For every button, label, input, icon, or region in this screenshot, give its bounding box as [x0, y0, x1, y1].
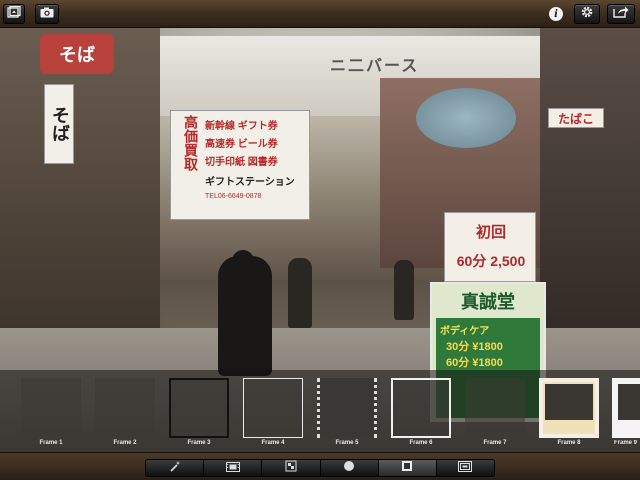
- frame-2-thumbnail: [95, 378, 155, 438]
- phone-text: TEL06-6649-0878: [205, 193, 262, 200]
- round-billboard: [416, 88, 516, 148]
- magic-wand-icon: [169, 460, 181, 476]
- pedestrian-silhouette: [218, 256, 272, 376]
- vignette-icon: [343, 460, 355, 476]
- info-button[interactable]: i: [549, 7, 563, 21]
- frame-8-label: Frame 8: [557, 440, 581, 446]
- camera-icon: [40, 5, 54, 23]
- frame-4-thumbnail: [243, 378, 303, 438]
- frame-1-thumbnail: [21, 378, 81, 438]
- first-time-price-sign: 初回 60分 2,500: [444, 212, 536, 282]
- soba-vertical-sign: そば: [44, 84, 74, 164]
- frame-7-option[interactable]: Frame 7: [463, 376, 527, 450]
- frame-6-label: Frame 6: [409, 440, 433, 446]
- tabako-sign-text: たばこ: [557, 111, 594, 126]
- camera-button[interactable]: [35, 4, 59, 24]
- share-button[interactable]: [607, 4, 635, 24]
- soba-vertical-sign-text: そば: [49, 106, 70, 142]
- frame-9-label: Frame 9: [614, 440, 638, 446]
- gear-icon: [580, 5, 594, 24]
- frame-3-thumbnail: [169, 378, 229, 438]
- frame-1-option[interactable]: Frame 1: [19, 376, 83, 450]
- photo-library-button[interactable]: [3, 4, 25, 24]
- soba-red-sign-text: そば: [59, 45, 95, 66]
- adjust-tool-button[interactable]: [262, 460, 321, 476]
- frame-7-thumbnail: [465, 378, 525, 438]
- first-time-text: 初回: [475, 224, 506, 241]
- pedestrian-2: [288, 258, 312, 328]
- frame-5-label: Frame 5: [335, 440, 359, 446]
- frame-4-option[interactable]: Frame 4: [241, 376, 305, 450]
- frame-2-label: Frame 2: [113, 440, 137, 446]
- frame-tool-button[interactable]: [378, 460, 437, 476]
- tool-segmented-control: [145, 459, 495, 477]
- body-care-text: ボディケア: [440, 326, 490, 337]
- gift-station-text: ギフトステーション: [205, 177, 295, 188]
- frame-6-thumbnail: [391, 378, 451, 438]
- frame-9-thumbnail: [612, 378, 640, 438]
- photo-library-icon: [7, 5, 21, 23]
- pedestrian-head: [232, 250, 254, 272]
- tabako-sign: たばこ: [548, 108, 604, 128]
- top-toolbar: i: [0, 0, 640, 28]
- adjust-icon: [285, 460, 297, 476]
- texture-icon: [458, 460, 473, 476]
- gift-station-sign: 高価買取 新幹線 ギフト券 高速券 ビール券 切手印紙 図書券 ギフトステーショ…: [170, 110, 310, 220]
- share-icon: [613, 5, 629, 23]
- buy-high-text: 高価買取: [183, 115, 199, 171]
- frame-2-option[interactable]: Frame 2: [93, 376, 157, 450]
- frame-8-thumbnail: [539, 378, 599, 438]
- body-care-price-60-text: 60分 ¥1800: [446, 357, 503, 369]
- film-effect-tool-button[interactable]: [204, 460, 263, 476]
- frame-6-option[interactable]: Frame 6: [389, 376, 453, 450]
- right-building: [540, 28, 640, 348]
- stamp-books-text: 切手印紙 図書券: [205, 157, 278, 168]
- bottom-toolbar: [0, 452, 640, 480]
- soba-red-sign: そば: [40, 34, 114, 74]
- film-effect-icon: [225, 460, 240, 476]
- frame-3-option[interactable]: Frame 3: [167, 376, 231, 450]
- vignette-tool-button[interactable]: [320, 460, 379, 476]
- frame-4-label: Frame 4: [261, 440, 285, 446]
- top-building-sign: ニ二バース: [330, 58, 420, 75]
- info-icon: i: [554, 8, 558, 20]
- frame-3-label: Frame 3: [187, 440, 211, 446]
- body-care-price-30-text: 30分 ¥1800: [446, 341, 503, 353]
- frame-7-label: Frame 7: [483, 440, 507, 446]
- pedestrian-3: [394, 260, 414, 320]
- frame-9-option[interactable]: Frame 9: [610, 376, 640, 450]
- frame-picker: Frame 1 Frame 2 Frame 3 Frame 4 Frame 5 …: [0, 370, 640, 452]
- settings-button[interactable]: [574, 4, 600, 24]
- frame-icon: [401, 460, 413, 476]
- highway-ticket-text: 高速券 ビール券: [205, 139, 278, 150]
- frame-5-thumbnail: [317, 378, 377, 438]
- first-time-price-text: 60分 2,500: [456, 253, 526, 269]
- shinkansen-ticket-text: 新幹線 ギフト券: [205, 121, 278, 132]
- frame-5-option[interactable]: Frame 5: [315, 376, 379, 450]
- frame-1-label: Frame 1: [39, 440, 63, 446]
- magic-wand-tool-button[interactable]: [146, 460, 205, 476]
- shinseido-text: 真誠堂: [461, 292, 515, 312]
- texture-tool-button[interactable]: [436, 460, 494, 476]
- frame-8-option[interactable]: Frame 8: [537, 376, 601, 450]
